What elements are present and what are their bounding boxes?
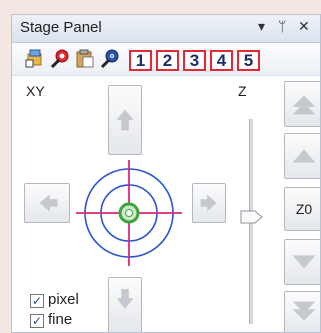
arrow-down-icon bbox=[116, 289, 134, 309]
z-up-button[interactable] bbox=[284, 133, 320, 179]
z-up-fast-button[interactable] bbox=[284, 81, 320, 127]
move-up-button[interactable] bbox=[108, 85, 142, 155]
panel-titlebar: Stage Panel ▾ ᛘ ✕ bbox=[12, 15, 320, 43]
arrow-right-icon bbox=[200, 194, 217, 212]
preset-5-button[interactable]: 5 bbox=[237, 50, 260, 71]
down-triangle-icon bbox=[292, 255, 316, 269]
clipboard-icon[interactable] bbox=[74, 48, 95, 69]
move-left-button[interactable] bbox=[24, 183, 70, 223]
stage-panel: Stage Panel ▾ ᛘ ✕ 1 2 3 4 5 XY Z Z0 ✓ pi… bbox=[11, 14, 321, 333]
preset-2-button[interactable]: 2 bbox=[156, 50, 179, 71]
settings-tool-icon[interactable] bbox=[24, 48, 45, 69]
pixel-checkbox-label: pixel bbox=[48, 291, 79, 308]
xy-label: XY bbox=[26, 83, 45, 99]
z-down-fast-button[interactable] bbox=[284, 291, 320, 332]
arrow-left-icon bbox=[39, 194, 58, 212]
move-down-button[interactable] bbox=[108, 277, 142, 332]
z-slider-thumb[interactable] bbox=[240, 209, 264, 225]
z-down-button[interactable] bbox=[284, 239, 320, 285]
preset-4-button[interactable]: 4 bbox=[210, 50, 233, 71]
dropdown-arrow-icon[interactable]: ▾ bbox=[258, 18, 265, 35]
z-label: Z bbox=[238, 83, 247, 99]
preset-1-button[interactable]: 1 bbox=[129, 50, 152, 71]
pin-red-icon[interactable] bbox=[49, 48, 70, 69]
move-right-button[interactable] bbox=[192, 183, 226, 223]
fine-check-mark[interactable]: ✓ bbox=[30, 314, 44, 328]
double-down-arrow-icon bbox=[292, 301, 316, 321]
arrow-up-icon bbox=[116, 109, 134, 131]
fine-checkbox-label: fine bbox=[48, 311, 73, 328]
preset-3-button[interactable]: 3 bbox=[183, 50, 206, 71]
pixel-check-mark[interactable]: ✓ bbox=[30, 294, 44, 308]
pixel-checkbox[interactable]: ✓ pixel bbox=[30, 291, 79, 308]
stage-toolbar: 1 2 3 4 5 bbox=[12, 43, 320, 76]
xy-crosshair-icon[interactable] bbox=[76, 160, 182, 266]
panel-title: Stage Panel bbox=[20, 19, 102, 36]
fine-checkbox[interactable]: ✓ fine bbox=[30, 311, 72, 328]
z-zero-label: Z0 bbox=[295, 201, 313, 217]
double-up-arrow-icon bbox=[292, 95, 316, 115]
z-zero-button[interactable]: Z0 bbox=[284, 187, 320, 231]
pin-icon[interactable]: ᛘ bbox=[278, 18, 286, 34]
pin-blue-icon[interactable] bbox=[99, 48, 120, 69]
up-triangle-icon bbox=[292, 149, 316, 163]
close-icon[interactable]: ✕ bbox=[298, 18, 310, 35]
